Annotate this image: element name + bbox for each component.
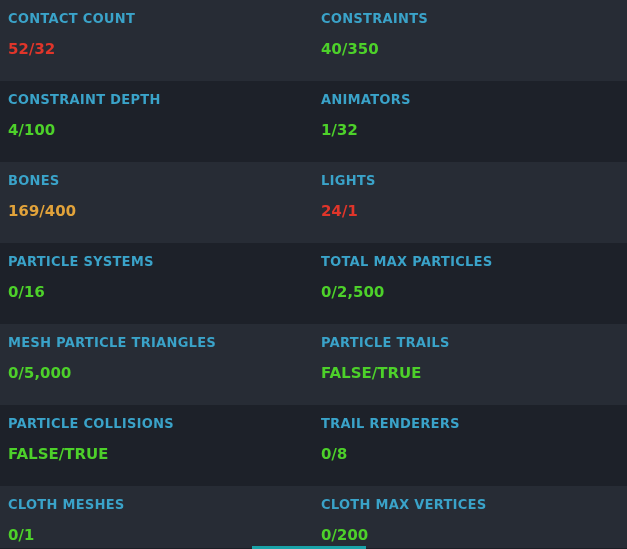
stat-value: 0/16 xyxy=(8,283,45,301)
stat-cloth-max-vertices: CLOTH MAX VERTICES 0/200 xyxy=(313,486,627,548)
stat-label: TRAIL RENDERERS xyxy=(321,417,460,432)
stat-label: CONSTRAINT DEPTH xyxy=(8,93,161,108)
stat-value: 1/32 xyxy=(321,121,358,139)
stat-value: FALSE/TRUE xyxy=(8,445,109,463)
stat-bones: BONES 169/400 xyxy=(0,162,313,243)
stat-label: CLOTH MAX VERTICES xyxy=(321,498,487,513)
stat-animators: ANIMATORS 1/32 xyxy=(313,81,627,162)
stat-value: 40/350 xyxy=(321,40,379,58)
stat-value: 169/400 xyxy=(8,202,77,220)
stats-row: CLOTH MESHES 0/1 CLOTH MAX VERTICES 0/20… xyxy=(0,486,627,548)
stat-total-max-particles: TOTAL MAX PARTICLES 0/2,500 xyxy=(313,243,627,324)
stat-constraint-depth: CONSTRAINT DEPTH 4/100 xyxy=(0,81,313,162)
stats-row: CONSTRAINT DEPTH 4/100 ANIMATORS 1/32 xyxy=(0,81,627,162)
stats-row: MESH PARTICLE TRIANGLES 0/5,000 PARTICLE… xyxy=(0,324,627,405)
stat-label: CONTACT COUNT xyxy=(8,12,136,27)
stat-value: 0/200 xyxy=(321,526,369,544)
stat-particle-trails: PARTICLE TRAILS FALSE/TRUE xyxy=(313,324,627,405)
stat-label: PARTICLE SYSTEMS xyxy=(8,255,154,270)
stat-constraints: CONSTRAINTS 40/350 xyxy=(313,0,627,81)
stat-lights: LIGHTS 24/1 xyxy=(313,162,627,243)
stat-value: 0/5,000 xyxy=(8,364,72,382)
stat-label: PARTICLE COLLISIONS xyxy=(8,417,174,432)
stats-row: CONTACT COUNT 52/32 CONSTRAINTS 40/350 xyxy=(0,0,627,81)
stat-value: 0/8 xyxy=(321,445,348,463)
stats-row: PARTICLE COLLISIONS FALSE/TRUE TRAIL REN… xyxy=(0,405,627,486)
stat-label: CLOTH MESHES xyxy=(8,498,125,513)
stat-value: FALSE/TRUE xyxy=(321,364,422,382)
stat-value: 0/1 xyxy=(8,526,35,544)
stat-label: TOTAL MAX PARTICLES xyxy=(321,255,493,270)
stat-contact-count: CONTACT COUNT 52/32 xyxy=(0,0,313,81)
performance-stats-panel: CONTACT COUNT 52/32 CONSTRAINTS 40/350 C… xyxy=(0,0,627,549)
stat-label: MESH PARTICLE TRIANGLES xyxy=(8,336,217,351)
stats-row: PARTICLE SYSTEMS 0/16 TOTAL MAX PARTICLE… xyxy=(0,243,627,324)
stat-value: 4/100 xyxy=(8,121,56,139)
stat-value: 52/32 xyxy=(8,40,56,58)
stats-row: BONES 169/400 LIGHTS 24/1 xyxy=(0,162,627,243)
stat-particle-collisions: PARTICLE COLLISIONS FALSE/TRUE xyxy=(0,405,313,486)
stat-mesh-particle-triangles: MESH PARTICLE TRIANGLES 0/5,000 xyxy=(0,324,313,405)
stat-value: 24/1 xyxy=(321,202,358,220)
stat-cloth-meshes: CLOTH MESHES 0/1 xyxy=(0,486,313,548)
stat-label: ANIMATORS xyxy=(321,93,411,108)
stat-label: PARTICLE TRAILS xyxy=(321,336,450,351)
stat-label: BONES xyxy=(8,174,60,189)
stat-label: LIGHTS xyxy=(321,174,376,189)
stat-label: CONSTRAINTS xyxy=(321,12,429,27)
stat-trail-renderers: TRAIL RENDERERS 0/8 xyxy=(313,405,627,486)
stat-value: 0/2,500 xyxy=(321,283,385,301)
stat-particle-systems: PARTICLE SYSTEMS 0/16 xyxy=(0,243,313,324)
